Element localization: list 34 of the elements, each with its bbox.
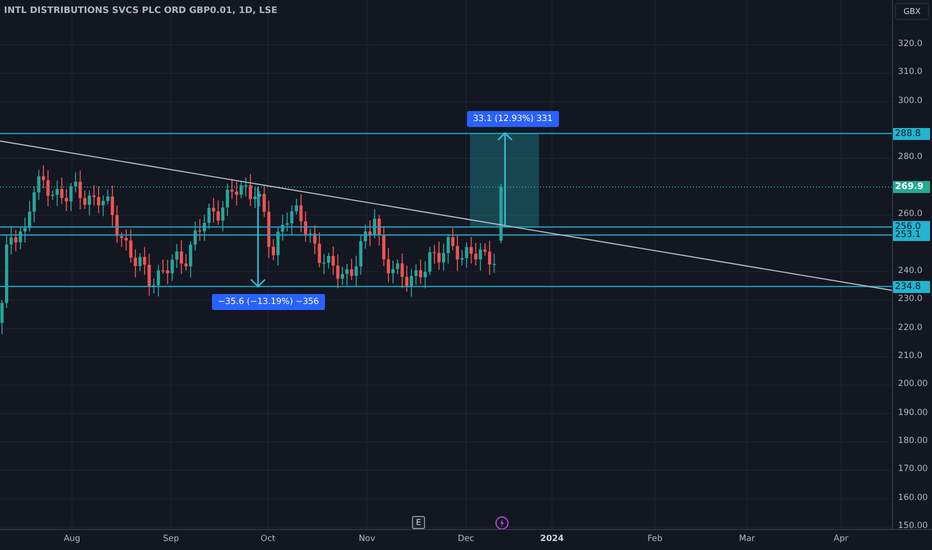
price-label: 288.8 (893, 128, 930, 140)
axis-tick-label: 200.00 (898, 379, 928, 390)
axis-tick-label: 180.00 (898, 436, 928, 446)
axis-tick-label: 260.0 (898, 209, 922, 220)
axis-tick-label: 320.0 (898, 39, 922, 49)
axis-tick-label: 300.0 (898, 96, 922, 106)
time-axis-label: Apr (832, 534, 850, 544)
time-axis-label: Nov (358, 534, 376, 544)
axis-tick-label: 240.0 (898, 266, 922, 276)
axis-tick-label: 310.0 (898, 67, 922, 78)
time-axis-label: Oct (260, 534, 276, 544)
earnings-marker[interactable]: E (412, 516, 425, 529)
lightning-icon[interactable] (495, 516, 509, 529)
price-label: 253.1 (893, 229, 930, 241)
axis-tick-label: 220.0 (898, 322, 922, 332)
axis-tick-label: 230.0 (898, 294, 922, 304)
measure-label: −35.6 (−13.19%) −356 (212, 294, 325, 310)
price-label: 269.9 (893, 181, 930, 193)
price-label: 234.8 (893, 280, 930, 292)
time-axis-label: Mar (738, 534, 756, 544)
time-axis-label: Feb (646, 534, 664, 544)
axis-tick-label: 280.0 (898, 152, 922, 162)
time-axis-label: Aug (62, 534, 82, 544)
time-axis-label: 2024 (539, 534, 565, 544)
measure-label: 33.1 (12.93%) 331 (467, 111, 559, 127)
axis-tick-label: 170.00 (898, 464, 928, 474)
axis-tick-label: 190.00 (898, 408, 928, 418)
currency-button[interactable]: GBX (895, 3, 930, 20)
axis-tick-label: 150.00 (898, 520, 928, 531)
time-axis-label: Sep (162, 534, 180, 544)
axis-tick-label: 210.0 (898, 350, 922, 361)
time-axis-label: Dec (456, 534, 476, 544)
axis-tick-label: 160.00 (898, 492, 928, 503)
chart-title: INTL DISTRIBUTIONS SVCS PLC ORD GBP0.01, 1D, LSE (4, 6, 278, 16)
